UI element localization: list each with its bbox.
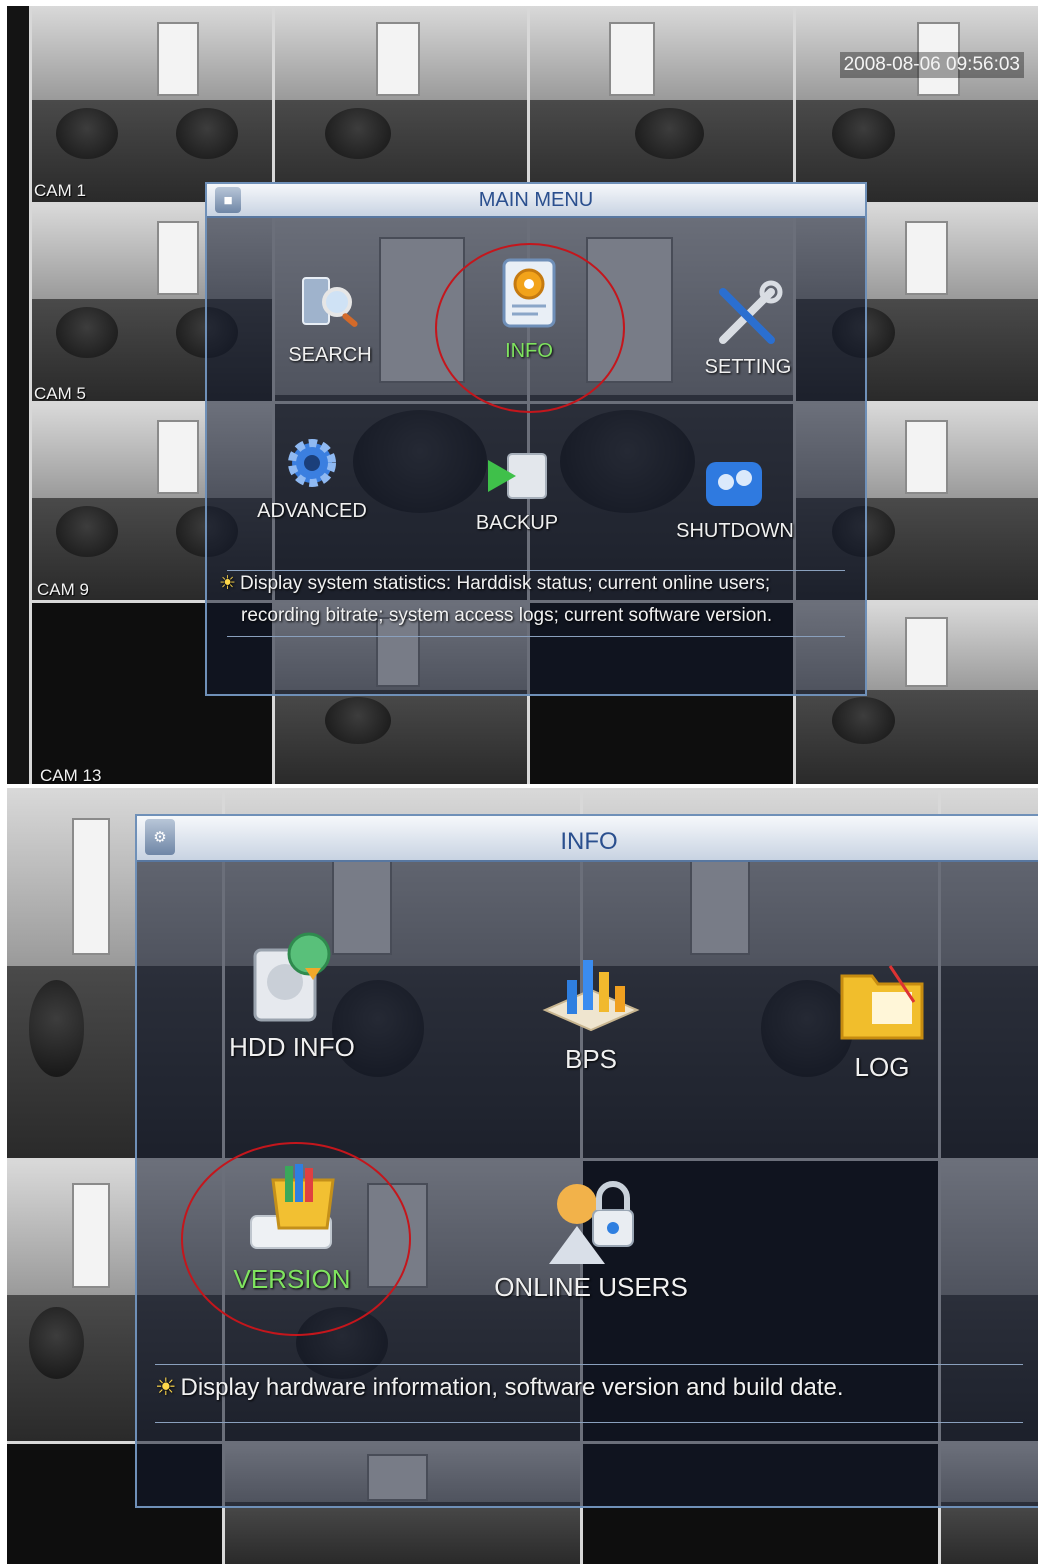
camera-label: CAM 5 [34, 384, 86, 403]
info-item-label: HDD INFO [229, 1032, 355, 1062]
menu-hint: ☀ Display hardware information, software … [155, 1368, 1015, 1408]
info-item-label: LOG [854, 1052, 910, 1082]
menu-hint: ☀ Display system statistics: Harddisk sta… [219, 568, 849, 632]
highlight-circle [435, 243, 625, 413]
hint-line-1: Display system statistics: Harddisk stat… [240, 573, 771, 594]
hdd-info-icon [247, 932, 337, 1026]
highlight-circle [181, 1142, 411, 1336]
menu-item-label: SHUTDOWN [676, 520, 794, 542]
info-item-log[interactable]: LOG [807, 956, 957, 1083]
menu-title: INFO [560, 828, 618, 855]
online-users-icon [541, 1170, 641, 1266]
bps-icon [541, 950, 641, 1038]
menu-item-label: SETTING [704, 356, 792, 378]
setting-icon [713, 280, 783, 350]
menu-title-bar: ■ MAIN MENU [207, 184, 865, 218]
menu-item-label: ADVANCED [257, 500, 367, 522]
menu-item-label: SEARCH [288, 344, 372, 366]
search-icon [295, 268, 365, 338]
main-menu-screenshot: CAM 1 CAM 5 CAM 9 CAM 13 2008-08-06 09:5… [7, 6, 1038, 784]
menu-item-shutdown[interactable]: SHUTDOWN [665, 452, 805, 543]
menu-item-advanced[interactable]: ADVANCED [247, 432, 377, 523]
info-item-bps[interactable]: BPS [521, 950, 661, 1075]
info-item-label: ONLINE USERS [494, 1272, 688, 1302]
info-menu-screenshot: ⚙ INFO HDD INFO BPS LOG VERSION ONLINE U… [7, 788, 1038, 1564]
info-item-hdd-info[interactable]: HDD INFO [217, 932, 367, 1063]
timestamp: 2008-08-06 09:56:03 [839, 52, 1024, 78]
camera-tile [275, 6, 527, 202]
camera-label: CAM 1 [34, 181, 86, 200]
menu-item-label: BACKUP [475, 512, 559, 534]
shutdown-icon [700, 452, 770, 514]
hint-line-2: recording bitrate; system access logs; c… [241, 605, 773, 626]
log-icon [832, 956, 932, 1046]
camera-tile [32, 6, 272, 202]
advanced-icon [281, 432, 343, 494]
menu-item-search[interactable]: SEARCH [265, 268, 395, 367]
menu-title-bar: ⚙ INFO [137, 816, 1038, 862]
info-item-label: BPS [564, 1044, 618, 1074]
camera-tile [530, 6, 793, 202]
menu-item-backup[interactable]: BACKUP [457, 446, 577, 535]
menu-item-setting[interactable]: SETTING [683, 280, 813, 379]
info-item-online-users[interactable]: ONLINE USERS [481, 1170, 701, 1303]
lightbulb-icon: ☀ [155, 1374, 177, 1401]
lightbulb-icon: ☀ [219, 573, 237, 594]
backup-icon [482, 446, 552, 506]
camera-tile [796, 6, 1038, 202]
camera-label: CAM 13 [40, 766, 102, 784]
menu-title: MAIN MENU [478, 189, 594, 211]
hint-line: Display hardware information, software v… [180, 1374, 844, 1401]
camera-label: CAM 9 [37, 580, 89, 599]
